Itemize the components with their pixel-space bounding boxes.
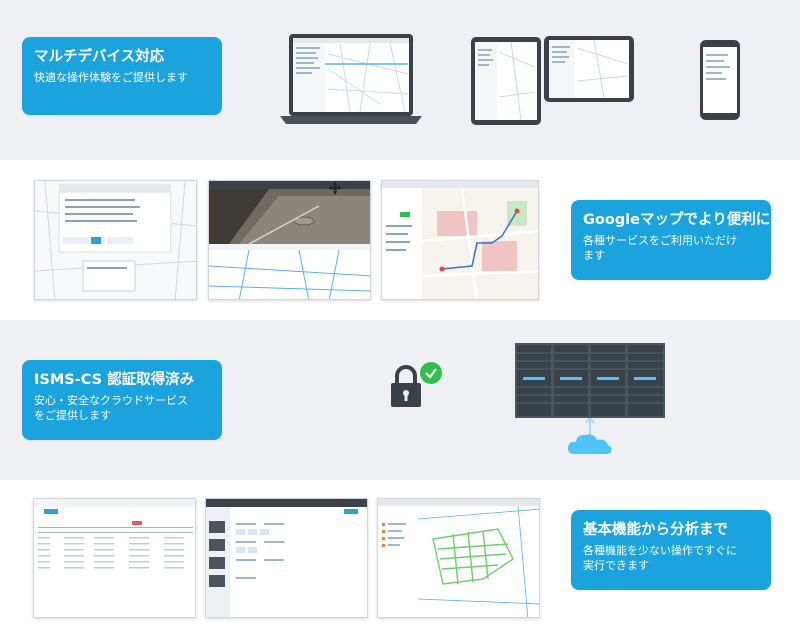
feature-description: 安心・安全なクラウドサービス をご提供します [34, 394, 188, 422]
feature-card-multidevice: マルチデバイス対応 快適な操作体験をご提供します [22, 37, 222, 115]
feature-description: 各種サービスをご利用いただけ ます [583, 234, 737, 262]
phone-icon [700, 40, 740, 120]
laptop-icon [280, 34, 422, 126]
feature-description: 快適な操作体験をご提供します [34, 71, 188, 84]
feature-title: 基本機能から分析まで [583, 522, 728, 538]
feature-title: マルチデバイス対応 [34, 49, 165, 65]
padlock-icon [388, 364, 424, 408]
screenshot-street-view [208, 180, 371, 300]
tablet-landscape-icon [544, 36, 634, 102]
feature-card-analysis: 基本機能から分析まで 各種機能を少ない操作ですぐに 実行できます [571, 510, 771, 590]
feature-title: Googleマップでより便利に [583, 212, 771, 228]
check-icon [420, 362, 442, 384]
cloud-upload-icon [565, 417, 615, 458]
tablet-icon [471, 37, 541, 125]
screenshot-table-view [33, 498, 196, 618]
screenshot-map-route [381, 180, 539, 300]
streetview-pegman-icon [328, 180, 342, 195]
feature-card-isms: ISMS-CS 認証取得済み 安心・安全なクラウドサービス をご提供します [22, 360, 222, 440]
screenshot-map-list [34, 180, 197, 300]
feature-title: ISMS-CS 認証取得済み [34, 372, 195, 388]
screenshot-photo-list [205, 498, 368, 618]
screenshot-analysis-map [377, 498, 540, 618]
server-rack-icon [515, 343, 665, 418]
feature-description: 各種機能を少ない操作ですぐに 実行できます [583, 544, 737, 572]
feature-card-google-maps: Googleマップでより便利に 各種サービスをご利用いただけ ます [571, 200, 771, 280]
